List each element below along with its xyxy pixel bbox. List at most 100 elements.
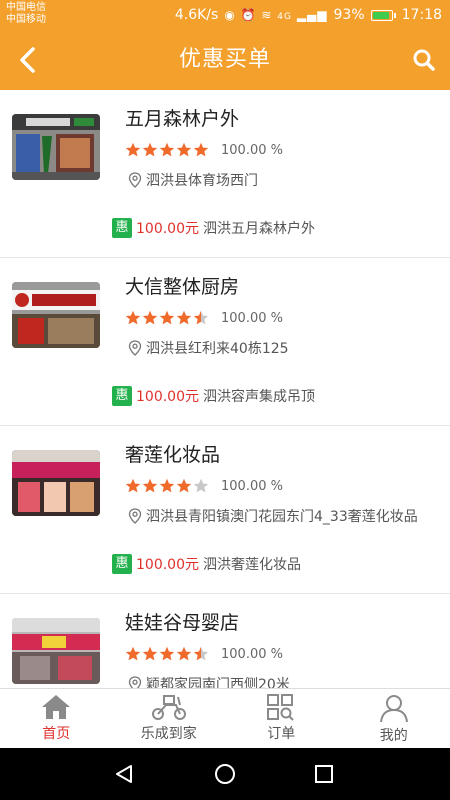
shop-name: 大信整体厨房 [125,276,240,298]
shop-name: 奢莲化妆品 [125,444,221,466]
star-rating [125,478,209,494]
shop-item[interactable]: 奢莲化妆品 100.00 % 泗洪县青阳镇澳门花园东门4_33奢莲化妆品 惠 1… [0,426,450,594]
status-bar: 中国电信 中国移动 4.6K/s ◉ ⏰ ≋ 4G ▂▄▆ 93% 17:18 [0,0,450,30]
location-pin-icon [128,508,142,524]
address-row: 泗洪县红利来40栋125 [128,338,289,358]
nav-label: 我的 [379,728,408,744]
star-rating [125,142,209,158]
page-title: 优惠买单 [178,47,271,72]
battery-icon [370,9,396,21]
rating-row: 100.00 % [125,308,283,328]
nav-label: 首页 [42,726,71,742]
status-icons: ◉ ⏰ ≋ 4G ▂▄▆ [224,8,327,22]
shop-name: 娃娃谷母婴店 [125,612,240,634]
shop-name: 五月森林户外 [125,108,240,130]
discount-badge: 惠 [112,386,132,406]
star-icon [193,142,209,157]
star-icon [159,310,175,325]
rating-row: 100.00 % [125,644,283,664]
shop-thumbnail [12,282,100,348]
search-icon [413,49,435,71]
shop-thumbnail [12,618,100,684]
discount-badge: 惠 [112,218,132,238]
shop-item[interactable]: 大信整体厨房 100.00 % 泗洪县红利来40栋125 惠 100.00元 泗… [0,258,450,426]
rating-percent: 100.00 % [221,646,283,662]
location-pin-icon [128,172,142,188]
star-icon [159,478,175,493]
star-icon [176,142,192,157]
bottom-nav: 首页 乐成到家 订单 我的 [0,688,450,748]
promo-price: 100.00元 [136,221,199,237]
nav-label: 订单 [267,726,296,742]
star-icon [125,646,141,661]
carrier-1: 中国电信 [6,2,46,13]
star-icon [125,478,141,493]
star-icon [176,646,192,661]
nav-orders[interactable]: 订单 [225,689,338,748]
star-icon [193,478,209,493]
shop-address: 泗洪县体育场西门 [146,173,258,189]
status-right: 4.6K/s ◉ ⏰ ≋ 4G ▂▄▆ 93% 17:18 [175,5,442,25]
promo-text: 泗洪容声集成吊顶 [203,389,315,405]
location-pin-icon [128,676,142,688]
rating-row: 100.00 % [125,476,283,496]
signal-icon: ▂▄▆ [296,8,328,22]
rating-percent: 100.00 % [221,310,283,326]
app-header: 优惠买单 [0,30,450,90]
promo-row[interactable]: 惠 100.00元 泗洪奢莲化妆品 [112,554,301,574]
shop-thumbnail [12,114,100,180]
rating-row: 100.00 % [125,140,283,160]
nav-home[interactable]: 首页 [0,689,113,748]
star-icon [193,646,209,661]
alarm-icon: ⏰ [240,8,257,22]
star-rating [125,310,209,326]
address-row: 颖都家园南门西侧20米 [128,674,290,688]
system-back-button[interactable] [112,762,136,786]
shop-item[interactable]: 娃娃谷母婴店 100.00 % 颖都家园南门西侧20米 [0,594,450,688]
wifi-icon: ≋ [261,8,273,22]
star-icon [176,310,192,325]
discount-badge: 惠 [112,554,132,574]
home-icon [42,695,71,719]
star-rating [125,646,209,662]
promo-row[interactable]: 惠 100.00元 泗洪容声集成吊顶 [112,386,315,406]
shop-address: 颖都家园南门西侧20米 [146,677,290,688]
star-icon [159,646,175,661]
star-icon [159,142,175,157]
star-icon [193,310,209,325]
system-recents-button[interactable] [312,762,336,786]
app-root: 中国电信 中国移动 4.6K/s ◉ ⏰ ≋ 4G ▂▄▆ 93% 17:18 … [0,0,450,800]
triangle-back-icon [116,765,132,783]
shop-address: 泗洪县红利来40栋125 [146,341,289,357]
promo-price: 100.00元 [136,557,199,573]
search-button[interactable] [406,42,442,78]
nav-delivery[interactable]: 乐成到家 [113,689,226,748]
nav-profile[interactable]: 我的 [338,689,450,748]
eye-icon: ◉ [224,8,236,22]
shop-item[interactable]: 五月森林户外 100.00 % 泗洪县体育场西门 惠 100.00元 泗洪五月森… [0,90,450,258]
shop-thumbnail [12,450,100,516]
clock: 17:18 [401,7,442,23]
carrier-info: 中国电信 中国移动 [6,2,46,26]
promo-row[interactable]: 惠 100.00元 泗洪五月森林户外 [112,218,315,238]
square-recents-icon [315,765,333,783]
star-icon [142,478,158,493]
promo-text: 泗洪五月森林户外 [203,221,315,237]
rating-percent: 100.00 % [221,478,283,494]
network-type: 4G [277,12,292,22]
system-nav-bar [0,748,450,800]
promo-price: 100.00元 [136,389,199,405]
address-row: 泗洪县体育场西门 [128,170,258,190]
address-row: 泗洪县青阳镇澳门花园东门4_33奢莲化妆品 [128,506,418,526]
star-icon [125,142,141,157]
back-arrow-icon [20,47,35,73]
shop-list[interactable]: 五月森林户外 100.00 % 泗洪县体育场西门 惠 100.00元 泗洪五月森… [0,90,450,688]
star-icon [142,646,158,661]
user-icon [379,695,408,723]
system-home-button[interactable] [213,762,237,786]
network-speed: 4.6K/s [174,7,219,23]
star-icon [142,310,158,325]
carrier-2: 中国移动 [6,14,46,25]
back-button[interactable] [10,42,46,78]
nav-label: 乐成到家 [140,726,197,742]
